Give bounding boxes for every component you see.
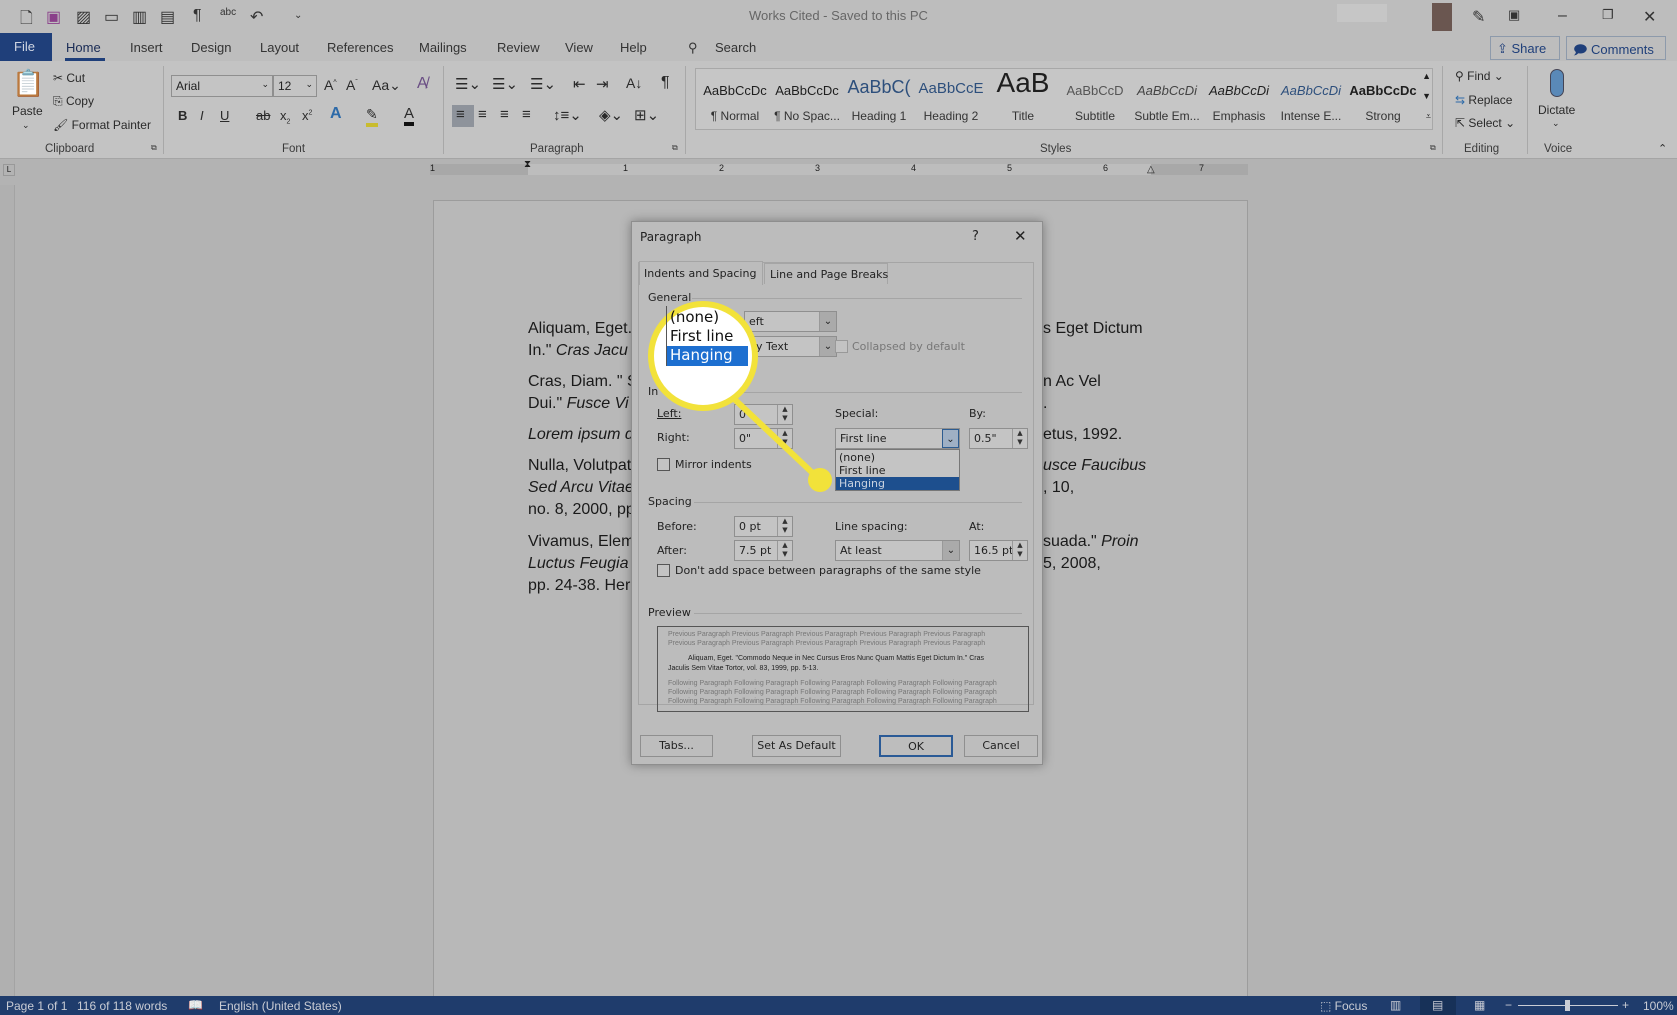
- callout-line: [727, 392, 823, 483]
- language[interactable]: English (United States): [219, 999, 342, 1013]
- proofing-icon[interactable]: 📖: [188, 998, 203, 1012]
- zoom-in-icon[interactable]: +: [1622, 998, 1629, 1012]
- callout-overlay: [648, 301, 832, 492]
- zoom-slider-thumb[interactable]: [1565, 1000, 1570, 1011]
- status-bar: Page 1 of 1 116 of 118 words 📖 English (…: [0, 996, 1677, 1015]
- web-layout-icon[interactable]: ▦: [1474, 998, 1485, 1012]
- page-count[interactable]: Page 1 of 1: [6, 999, 67, 1013]
- word-count[interactable]: 116 of 118 words: [77, 999, 167, 1013]
- zoom-out-icon[interactable]: −: [1505, 998, 1512, 1012]
- callout-dot: [808, 468, 832, 492]
- focus-button[interactable]: ⬚ Focus: [1320, 999, 1367, 1013]
- zoom-level[interactable]: 100%: [1643, 999, 1674, 1013]
- read-mode-icon[interactable]: ▥: [1390, 998, 1401, 1012]
- callout-option-hanging: Hanging: [667, 346, 748, 366]
- callout-option-first-line: First line: [670, 327, 734, 345]
- callout-option-none: (none): [670, 308, 720, 326]
- callout-magnified-list: (none) First line Hanging: [666, 306, 748, 366]
- print-layout-icon: ▤: [1432, 998, 1444, 1012]
